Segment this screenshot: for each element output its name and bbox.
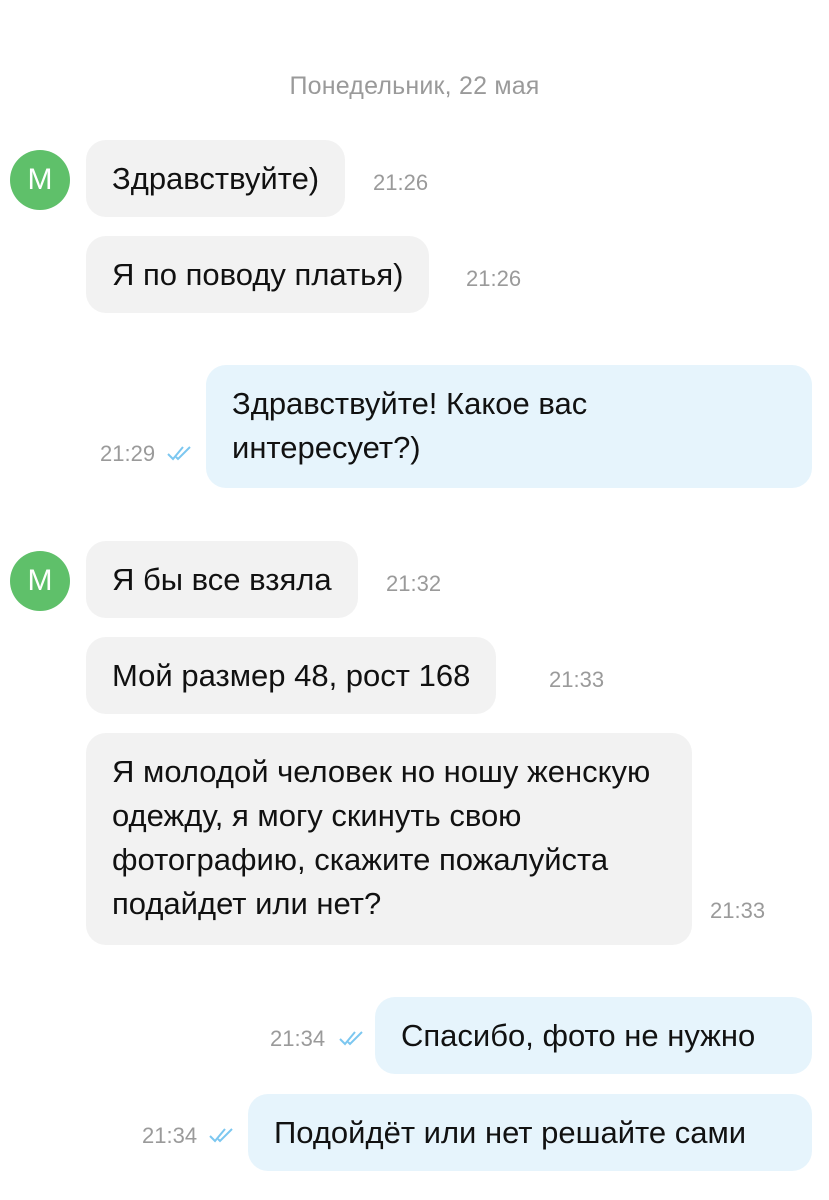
message-bubble-outgoing[interactable]: Здравствуйте! Какое вас интересует?)	[206, 365, 812, 488]
message-bubble-incoming[interactable]: Я по поводу платья)	[86, 236, 430, 313]
read-double-check-icon	[166, 444, 194, 462]
message-time: 21:33	[549, 667, 605, 692]
message-text: Здравствуйте)	[112, 161, 320, 196]
message-time: 21:26	[466, 266, 522, 291]
message-time: 21:33	[710, 898, 766, 923]
message-text: Мой размер 48, рост 168	[112, 658, 471, 693]
message-bubble-incoming[interactable]: Мой размер 48, рост 168	[86, 637, 497, 714]
message-bubble-incoming[interactable]: Я бы все взяла	[86, 541, 358, 618]
message-bubble-outgoing[interactable]: Спасибо, фото не нужно	[375, 997, 812, 1074]
message-text: Здравствуйте! Какое вас интересует?)	[232, 386, 588, 465]
message-time: 21:32	[386, 571, 442, 596]
avatar[interactable]: М	[10, 150, 70, 210]
message-text: Спасибо, фото не нужно	[401, 1018, 756, 1053]
read-double-check-icon	[208, 1126, 236, 1144]
message-time: 21:29	[100, 441, 156, 466]
read-double-check-icon	[338, 1029, 366, 1047]
message-time: 21:34	[142, 1123, 198, 1148]
message-time: 21:34	[270, 1026, 326, 1051]
message-text: Я по поводу платья)	[112, 257, 404, 292]
date-separator: Понедельник, 22 мая	[289, 72, 540, 100]
message-text: Я молодой человек но ношу женскую одежду…	[112, 754, 651, 921]
message-text: Я бы все взяла	[112, 562, 332, 597]
message-time: 21:26	[373, 170, 429, 195]
message-bubble-outgoing[interactable]: Подойдёт или нет решайте сами	[248, 1094, 812, 1171]
message-bubble-incoming[interactable]: Здравствуйте)	[86, 140, 346, 217]
avatar[interactable]: М	[10, 551, 70, 611]
message-text: Подойдёт или нет решайте сами	[274, 1115, 747, 1150]
message-bubble-incoming[interactable]: Я молодой человек но ношу женскую одежду…	[86, 733, 692, 945]
